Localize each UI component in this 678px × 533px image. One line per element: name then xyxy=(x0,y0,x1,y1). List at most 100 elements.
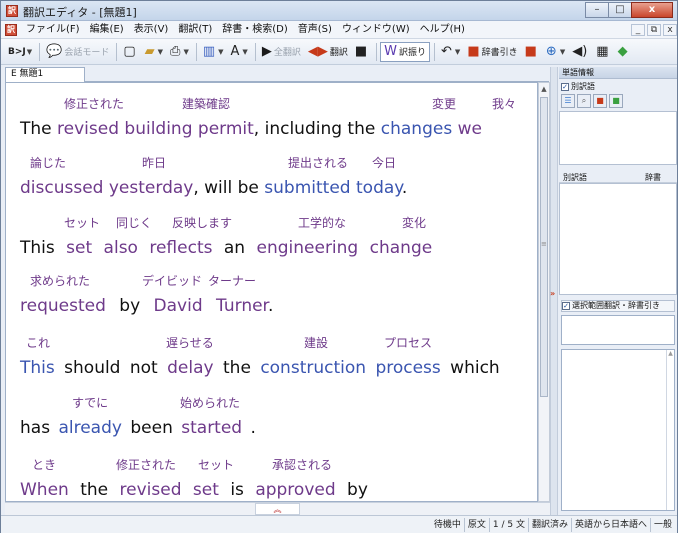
source-word[interactable]: been xyxy=(130,418,172,438)
source-word[interactable]: revised xyxy=(57,119,119,139)
source-word[interactable]: revised xyxy=(120,480,182,500)
source-word[interactable]: by xyxy=(119,296,140,316)
source-word[interactable]: has xyxy=(20,418,50,438)
source-word[interactable]: , will be xyxy=(193,178,259,198)
source-word[interactable]: , including the xyxy=(254,119,376,139)
tree-icon[interactable]: ☰ xyxy=(561,94,575,108)
shield-button[interactable]: ◆ xyxy=(615,42,633,62)
doc-close-button[interactable]: x xyxy=(663,23,677,36)
chevron-up-icon[interactable]: ▲ xyxy=(539,83,549,95)
source-word[interactable]: today xyxy=(356,178,402,198)
source-word[interactable]: set xyxy=(193,480,219,500)
selection-input[interactable] xyxy=(561,315,675,345)
document-icon[interactable]: 訳 xyxy=(5,23,17,36)
print-button[interactable]: ⎙ ▼ xyxy=(167,42,192,62)
tab-untitled1[interactable]: E 無題1 xyxy=(5,67,85,82)
translation-editor[interactable]: 修正された 建築確認 変更 我々 The revised building pe… xyxy=(5,82,538,502)
chevron-up-icon[interactable]: ︽ xyxy=(255,503,300,515)
minimize-button[interactable]: – xyxy=(585,2,609,18)
dictionary-green-icon[interactable]: ■ xyxy=(609,94,623,108)
source-word[interactable]: approved xyxy=(255,480,335,500)
source-word[interactable]: . xyxy=(268,296,273,316)
source-word[interactable]: . xyxy=(402,178,407,198)
open-button[interactable]: ▰ ▼ xyxy=(142,42,166,62)
source-word[interactable]: is xyxy=(230,480,244,500)
source-word[interactable]: changes xyxy=(381,119,452,139)
menu-dictionary[interactable]: 辞書・検索(D) xyxy=(217,22,293,38)
undo-button[interactable]: ↶ ▼ xyxy=(438,42,463,62)
source-word[interactable]: by xyxy=(347,480,368,500)
checkbox-checked-icon[interactable]: ✓ xyxy=(561,82,569,91)
menu-help[interactable]: ヘルプ(H) xyxy=(415,22,470,38)
speak-button[interactable]: ◀) xyxy=(569,42,592,62)
source-word[interactable]: When xyxy=(20,480,69,500)
font-button[interactable]: A ▼ xyxy=(228,42,251,62)
doc-restore-button[interactable]: ⧉ xyxy=(647,23,661,36)
maximize-button[interactable]: □ xyxy=(608,2,632,18)
source-word[interactable]: set xyxy=(66,238,92,258)
alt-translation-toggle[interactable]: ✓ 別訳語 xyxy=(561,81,595,92)
column-header-alt-translation[interactable]: 別訳語 xyxy=(563,172,587,183)
direction-button[interactable]: B>J ▼ xyxy=(5,42,35,62)
source-word[interactable]: building permit xyxy=(124,119,253,139)
editor-vertical-scrollbar[interactable]: ▲ ≡ xyxy=(538,82,550,502)
source-word[interactable]: yesterday xyxy=(109,178,193,198)
source-word[interactable]: change xyxy=(370,238,433,258)
checkbox-checked-icon[interactable]: ✓ xyxy=(562,301,570,310)
result-scrollbar[interactable]: ▲ xyxy=(666,350,674,510)
editor-split-bar[interactable]: ︽ xyxy=(5,502,550,515)
status-source: 原文 xyxy=(463,517,489,532)
chevron-right-icon[interactable]: » xyxy=(550,289,555,298)
translate-button[interactable]: ◀▶ 翻訳 xyxy=(305,42,351,62)
app-icon[interactable]: 訳 xyxy=(6,5,18,17)
source-word[interactable]: requested xyxy=(20,296,106,316)
close-button[interactable]: x xyxy=(631,2,673,18)
selection-lookup-toggle[interactable]: ✓ 選択範囲翻訳・辞書引き xyxy=(561,300,675,312)
source-word[interactable]: started xyxy=(181,418,242,438)
source-word[interactable]: the xyxy=(223,358,251,378)
menu-translate[interactable]: 翻訳(T) xyxy=(173,22,217,38)
source-word[interactable]: we xyxy=(458,119,482,139)
menu-edit[interactable]: 編集(E) xyxy=(85,22,129,38)
source-word[interactable]: . xyxy=(251,418,256,438)
conversation-mode-button[interactable]: 💬 会話モード xyxy=(43,42,112,62)
menu-voice[interactable]: 音声(S) xyxy=(293,22,337,38)
source-word[interactable]: the xyxy=(80,480,108,500)
dictionary-book-button[interactable]: ■ xyxy=(522,42,542,62)
source-word[interactable]: also xyxy=(104,238,138,258)
source-word[interactable]: should not xyxy=(64,358,158,378)
source-word[interactable]: David xyxy=(154,296,203,316)
selection-result-area[interactable]: ▲ xyxy=(561,349,675,511)
source-word[interactable]: This xyxy=(20,238,55,258)
source-word[interactable]: Turner xyxy=(216,296,268,316)
doc-minimize-button[interactable]: _ xyxy=(631,23,645,36)
web-search-button[interactable]: ⊕ ▼ xyxy=(543,42,568,62)
dictionary-red-icon[interactable]: ■ xyxy=(593,94,607,108)
column-header-dictionary[interactable]: 辞書 xyxy=(645,172,661,183)
alt-translation-list[interactable] xyxy=(559,183,677,295)
dictionary-lookup-button[interactable]: ■ 辞書引き xyxy=(464,42,520,62)
retranslate-button[interactable]: W 訳振り xyxy=(380,41,431,62)
source-word[interactable]: The xyxy=(20,119,52,139)
layout-button[interactable]: ▥ ▼ xyxy=(200,42,227,62)
translate-all-button[interactable]: ▶ 全翻訳 xyxy=(259,42,304,62)
source-word[interactable]: engineering xyxy=(257,238,359,258)
source-word[interactable]: submitted xyxy=(264,178,350,198)
search-page-icon[interactable]: ⌕ xyxy=(577,94,591,108)
stop-button[interactable]: ■ xyxy=(352,42,372,62)
source-word[interactable]: which xyxy=(450,358,500,378)
new-document-button[interactable]: ▢ xyxy=(120,42,140,62)
source-word[interactable]: an xyxy=(224,238,245,258)
source-word[interactable]: process xyxy=(375,358,440,378)
menu-window[interactable]: ウィンドウ(W) xyxy=(337,22,415,38)
source-word[interactable]: discussed xyxy=(20,178,103,198)
source-word[interactable]: construction xyxy=(260,358,366,378)
source-word[interactable]: already xyxy=(58,418,121,438)
menu-view[interactable]: 表示(V) xyxy=(129,22,174,38)
source-word[interactable]: reflects xyxy=(149,238,212,258)
source-word[interactable]: delay xyxy=(167,358,213,378)
menu-file[interactable]: ファイル(F) xyxy=(21,22,85,38)
panel-splitter[interactable]: » xyxy=(550,67,558,515)
keyboard-button[interactable]: ▦ xyxy=(593,42,613,62)
source-word[interactable]: This xyxy=(20,358,55,378)
